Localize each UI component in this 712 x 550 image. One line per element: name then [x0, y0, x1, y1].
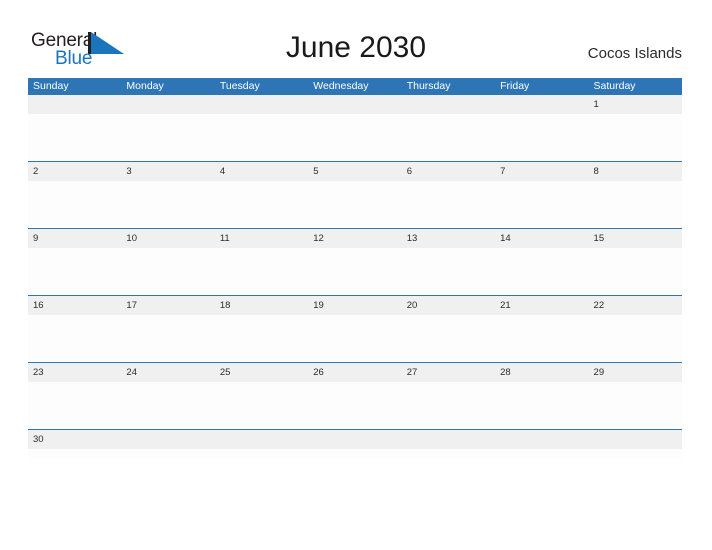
weekday-monday: Monday	[126, 80, 164, 92]
day-cell[interactable]: 4	[215, 162, 308, 181]
date-band: 16 17 18 19 20 21 22	[28, 296, 682, 315]
day-cell[interactable]: 3	[121, 162, 214, 181]
weekday-friday: Friday	[500, 80, 530, 92]
day-cell[interactable]: 19	[308, 296, 401, 315]
week-row-body	[28, 114, 682, 160]
week-row-body	[28, 449, 682, 459]
day-cell[interactable]	[121, 95, 214, 114]
day-cell[interactable]: 27	[402, 363, 495, 382]
day-cell[interactable]: 15	[589, 229, 682, 248]
day-cell[interactable]: 12	[308, 229, 401, 248]
day-cell[interactable]	[589, 430, 682, 449]
date-band: 1	[28, 95, 682, 114]
weekday-saturday: Saturday	[593, 80, 636, 92]
date-band: 23 24 25 26 27 28 29	[28, 363, 682, 382]
day-cell[interactable]	[215, 95, 308, 114]
weekday-thursday: Thursday	[406, 80, 451, 92]
day-cell[interactable]: 18	[215, 296, 308, 315]
day-cell[interactable]: 10	[121, 229, 214, 248]
date-band: 2 3 4 5 6 7 8	[28, 162, 682, 181]
day-cell[interactable]: 22	[589, 296, 682, 315]
day-cell[interactable]: 26	[308, 363, 401, 382]
day-cell[interactable]: 2	[28, 162, 121, 181]
day-cell[interactable]	[402, 95, 495, 114]
day-cell[interactable]	[495, 95, 588, 114]
date-band: 30	[28, 430, 682, 449]
day-cell[interactable]: 21	[495, 296, 588, 315]
day-cell[interactable]: 28	[495, 363, 588, 382]
week-row: 9 10 11 12 13 14 15	[28, 229, 682, 296]
week-row: 30	[28, 430, 682, 460]
weekday-header-row: Sunday Monday Tuesday Wednesday Thursday…	[28, 78, 682, 95]
week-row-body	[28, 382, 682, 428]
day-cell[interactable]: 7	[495, 162, 588, 181]
calendar-grid: Sunday Monday Tuesday Wednesday Thursday…	[28, 78, 682, 460]
day-cell[interactable]: 24	[121, 363, 214, 382]
day-cell[interactable]	[28, 95, 121, 114]
day-cell[interactable]: 23	[28, 363, 121, 382]
day-cell[interactable]: 29	[589, 363, 682, 382]
day-cell[interactable]: 6	[402, 162, 495, 181]
day-cell[interactable]: 13	[402, 229, 495, 248]
week-row: 16 17 18 19 20 21 22	[28, 296, 682, 363]
weekday-wednesday: Wednesday	[313, 80, 369, 92]
weekday-tuesday: Tuesday	[219, 80, 260, 92]
page-header: General Blue June 2030 Cocos Islands	[0, 0, 712, 78]
day-cell[interactable]: 9	[28, 229, 121, 248]
day-cell[interactable]	[402, 430, 495, 449]
week-row-body	[28, 181, 682, 227]
day-cell[interactable]: 25	[215, 363, 308, 382]
day-cell[interactable]	[215, 430, 308, 449]
locale-label: Cocos Islands	[587, 45, 682, 62]
day-cell[interactable]: 11	[215, 229, 308, 248]
day-cell[interactable]	[308, 95, 401, 114]
day-cell[interactable]: 1	[589, 95, 682, 114]
week-row-body	[28, 248, 682, 294]
week-row: 23 24 25 26 27 28 29	[28, 363, 682, 430]
calendar-page: General Blue June 2030 Cocos Islands Sun…	[0, 0, 712, 550]
week-row: 1	[28, 95, 682, 162]
day-cell[interactable]	[121, 430, 214, 449]
day-cell[interactable]	[495, 430, 588, 449]
week-row-body	[28, 315, 682, 361]
day-cell[interactable]: 8	[589, 162, 682, 181]
date-band: 9 10 11 12 13 14 15	[28, 229, 682, 248]
week-row: 2 3 4 5 6 7 8	[28, 162, 682, 229]
day-cell[interactable]: 20	[402, 296, 495, 315]
day-cell[interactable]	[308, 430, 401, 449]
day-cell[interactable]: 16	[28, 296, 121, 315]
day-cell[interactable]: 17	[121, 296, 214, 315]
day-cell[interactable]: 14	[495, 229, 588, 248]
day-cell[interactable]: 5	[308, 162, 401, 181]
day-cell[interactable]: 30	[28, 430, 121, 449]
weekday-sunday: Sunday	[33, 80, 69, 92]
